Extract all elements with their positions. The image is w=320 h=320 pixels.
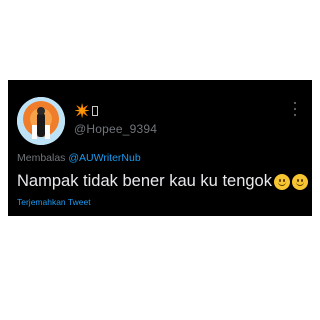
avatar-image [17, 97, 65, 145]
sparkle-emoji: ✴️ [74, 103, 91, 118]
missing-glyph-icon [92, 105, 99, 116]
tweet-card[interactable]: ✴️ @Hopee_9394 Membalas @AUWriterNub Nam… [8, 80, 312, 216]
tweet-text: Nampak tidak bener kau ku tengok [17, 172, 308, 191]
reply-mention-link[interactable]: @AUWriterNub [68, 152, 140, 164]
reply-context: Membalas @AUWriterNub [17, 152, 141, 164]
reply-prefix: Membalas [17, 152, 66, 164]
display-name[interactable]: ✴️ [74, 103, 99, 118]
smiling-face-icon [292, 173, 308, 190]
user-handle[interactable]: @Hopee_9394 [74, 122, 157, 136]
avatar[interactable] [17, 97, 65, 145]
translate-tweet-link[interactable]: Terjemahkan Tweet [17, 197, 91, 207]
slightly-smiling-face-icon [274, 173, 290, 190]
more-options-icon[interactable] [290, 102, 300, 116]
tweet-body: Nampak tidak bener kau ku tengok [17, 172, 272, 190]
